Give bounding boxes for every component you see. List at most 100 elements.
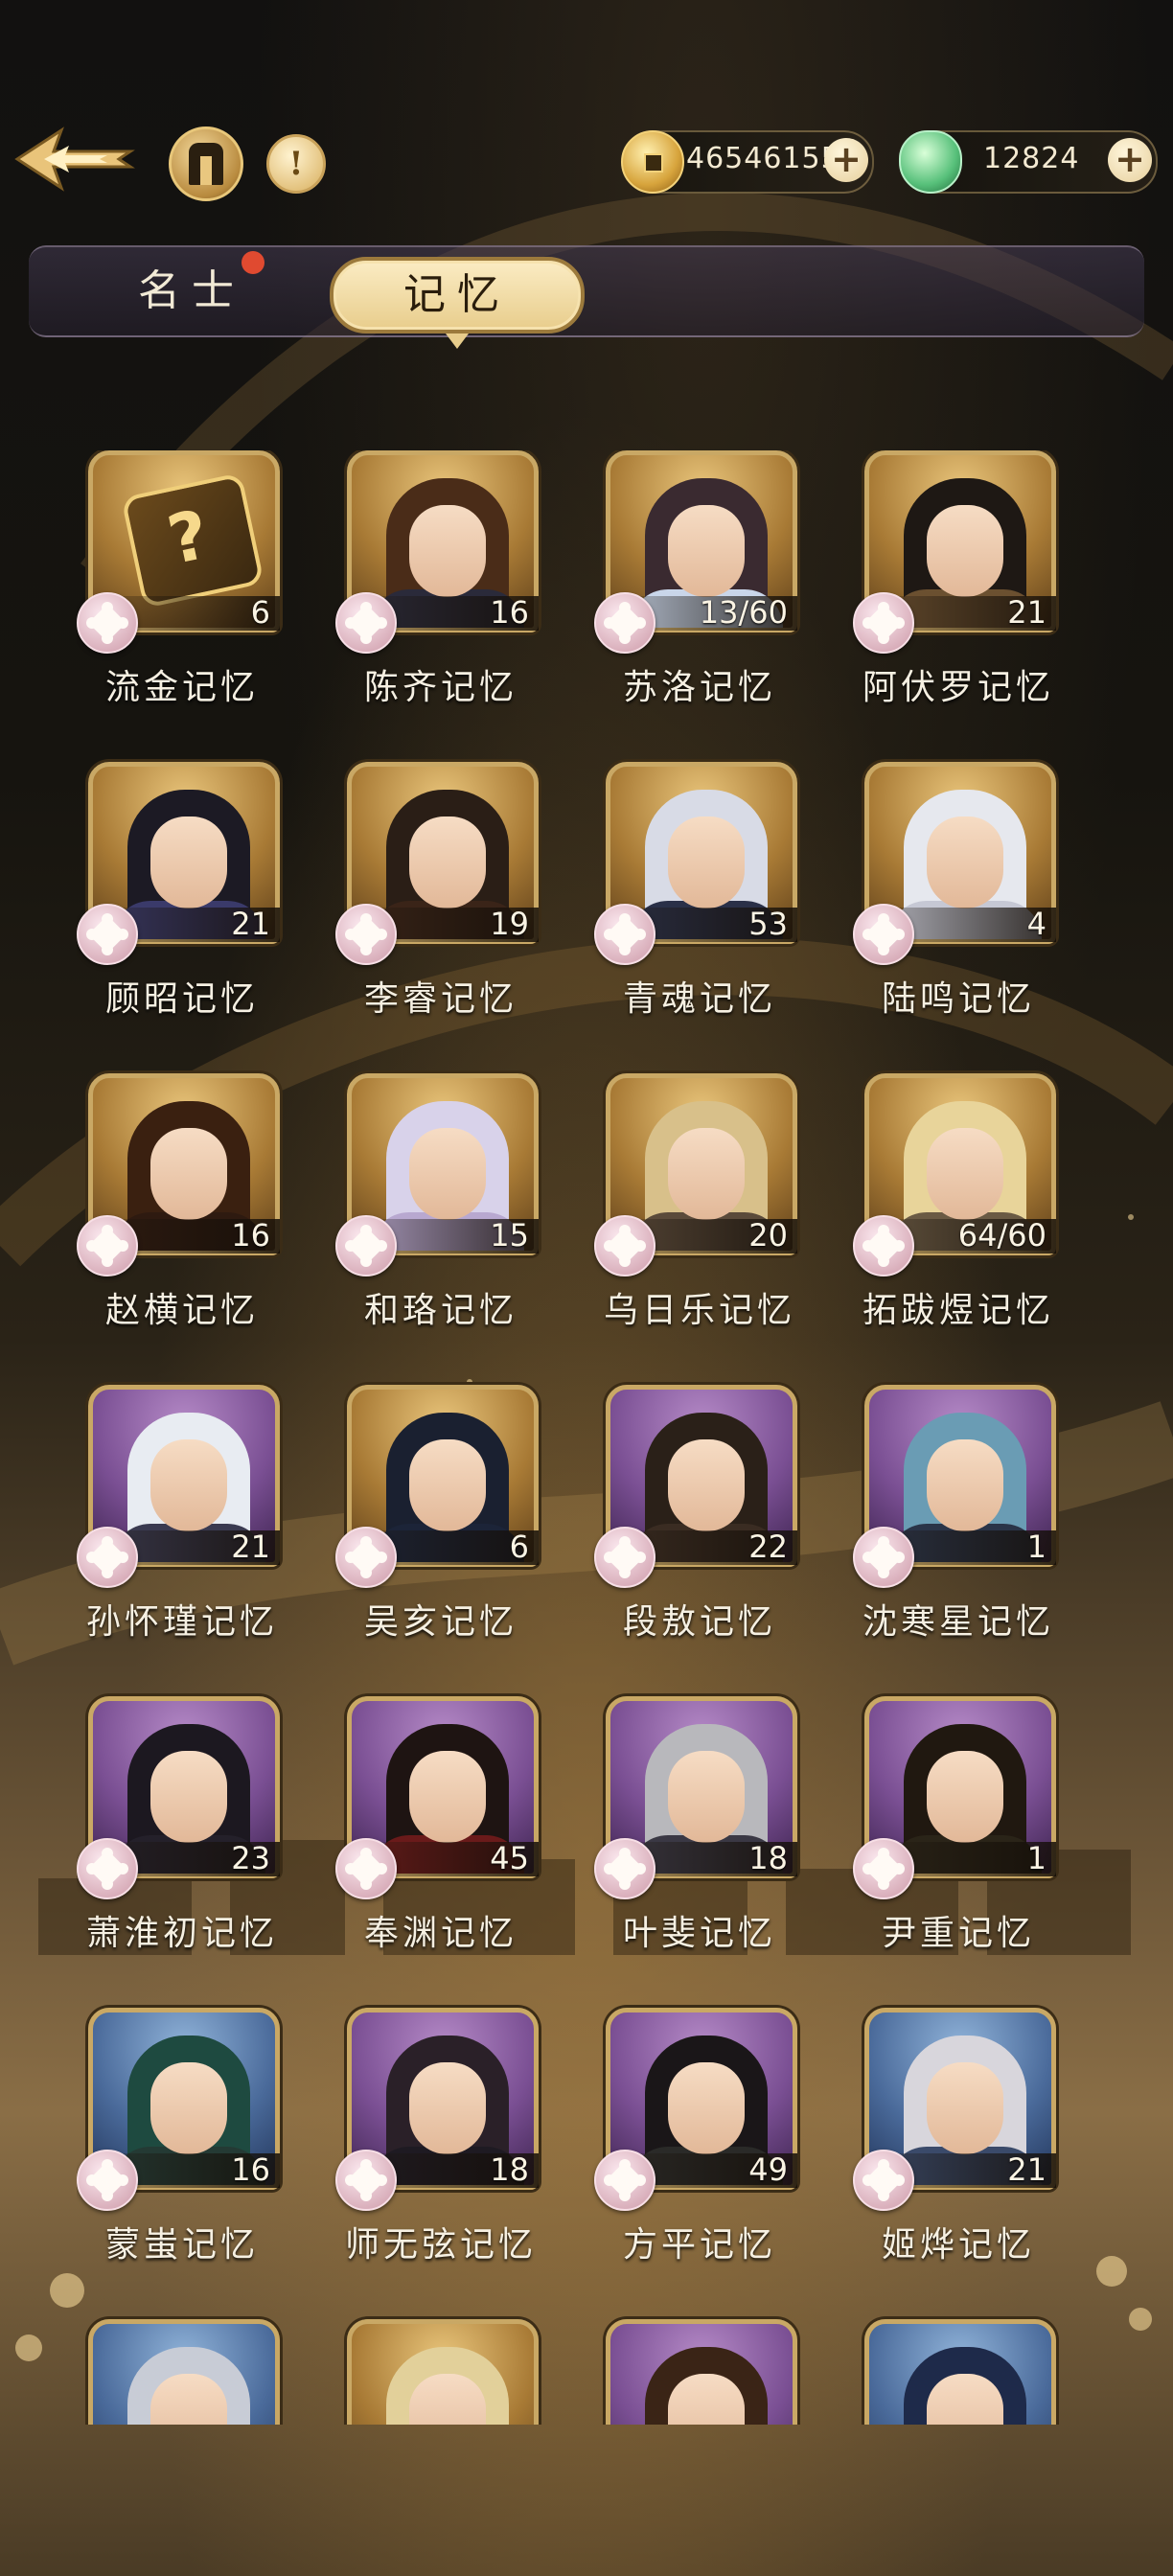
fragment-count: 22 <box>748 1529 788 1565</box>
memory-card[interactable] <box>335 2319 546 2425</box>
portrait-face <box>150 2062 227 2154</box>
gold-currency: 46546155 + <box>621 130 874 194</box>
puzzle-piece-icon <box>594 904 656 965</box>
puzzle-piece-icon <box>335 1215 397 1276</box>
portrait-face <box>409 816 486 908</box>
plus-icon: + <box>1115 138 1145 180</box>
puzzle-piece-icon <box>77 1838 138 1899</box>
memory-name: 李睿记忆 <box>363 979 518 1019</box>
jade-gem-icon <box>899 130 962 194</box>
memory-card[interactable]: 4 陆鸣记忆 <box>853 762 1064 1069</box>
memory-name: 流金记忆 <box>104 668 259 707</box>
portrait-face <box>927 505 1003 597</box>
fragment-count: 23 <box>231 1840 270 1876</box>
memory-card[interactable]: 16 蒙蚩记忆 <box>77 2008 288 2314</box>
memory-name: 孙怀瑾记忆 <box>85 1602 278 1642</box>
memory-card[interactable]: 18 叶斐记忆 <box>594 1696 805 2003</box>
info-button[interactable]: ! <box>266 134 326 194</box>
fragment-count: 64/60 <box>957 1217 1046 1254</box>
memory-card[interactable]: 13/60 苏洛记忆 <box>594 450 805 757</box>
character-portrait <box>88 2319 280 2425</box>
memory-card[interactable]: 1 尹重记忆 <box>853 1696 1064 2003</box>
portrait-face <box>927 1128 1003 1220</box>
portrait-face <box>927 1439 1003 1531</box>
memory-name: 师无弦记忆 <box>344 2225 537 2265</box>
memory-card[interactable]: 18 师无弦记忆 <box>335 2008 546 2314</box>
memory-card[interactable] <box>594 2319 805 2425</box>
memory-card[interactable] <box>853 2319 1064 2425</box>
fragment-count: 16 <box>490 594 529 631</box>
memory-name: 方平记忆 <box>622 2225 776 2265</box>
info-icon: ! <box>288 145 304 183</box>
memory-name: 乌日乐记忆 <box>603 1291 795 1330</box>
memory-card[interactable]: 53 青魂记忆 <box>594 762 805 1069</box>
fragment-count: 16 <box>231 2151 270 2188</box>
memory-name: 青魂记忆 <box>622 979 776 1019</box>
memory-name: 奉渊记忆 <box>363 1914 518 1953</box>
puzzle-piece-icon <box>594 1527 656 1588</box>
memory-name: 萧淮初记忆 <box>85 1914 278 1953</box>
memory-name: 阿伏罗记忆 <box>862 668 1054 707</box>
puzzle-piece-icon <box>853 1838 914 1899</box>
memory-name: 蒙蚩记忆 <box>104 2225 259 2265</box>
memory-card[interactable]: 64/60 拓跋煜记忆 <box>853 1073 1064 1380</box>
memory-card[interactable]: 21 姬烨记忆 <box>853 2008 1064 2314</box>
memory-card[interactable]: 6 流金记忆 <box>77 450 288 757</box>
puzzle-piece-icon <box>853 904 914 965</box>
memory-card[interactable]: 49 方平记忆 <box>594 2008 805 2314</box>
puzzle-piece-icon <box>853 1215 914 1276</box>
fragment-count: 6 <box>250 594 270 631</box>
portrait-face <box>150 1751 227 1843</box>
memory-card[interactable] <box>77 2319 288 2425</box>
memory-name: 陈齐记忆 <box>363 668 518 707</box>
tab-mingshi-label: 名士 <box>138 266 245 315</box>
memory-name: 赵横记忆 <box>104 1291 259 1330</box>
fragment-count: 13/60 <box>699 594 788 631</box>
codex-button[interactable] <box>169 126 243 201</box>
tab-mingshi[interactable]: 名士 <box>125 251 264 326</box>
memory-card[interactable]: 21 孙怀瑾记忆 <box>77 1385 288 1691</box>
tab-bar: 名士 记忆 <box>29 245 1144 349</box>
portrait-face <box>927 816 1003 908</box>
puzzle-piece-icon <box>594 2150 656 2211</box>
memory-card[interactable]: 20 乌日乐记忆 <box>594 1073 805 1380</box>
gold-coin-icon <box>621 130 684 194</box>
puzzle-piece-icon <box>335 904 397 965</box>
memory-name: 苏洛记忆 <box>622 668 776 707</box>
add-gold-button[interactable]: + <box>824 138 868 182</box>
puzzle-piece-icon <box>77 904 138 965</box>
portrait-face <box>927 1751 1003 1843</box>
memory-name: 段敖记忆 <box>622 1602 776 1642</box>
puzzle-piece-icon <box>853 592 914 654</box>
notification-dot <box>242 251 264 274</box>
portrait-face <box>409 1439 486 1531</box>
memory-card[interactable]: 21 顾昭记忆 <box>77 762 288 1069</box>
portrait-face <box>927 2062 1003 2154</box>
memory-name: 吴亥记忆 <box>363 1602 518 1642</box>
fragment-count: 53 <box>748 906 788 942</box>
portrait-face <box>150 1128 227 1220</box>
memory-card[interactable]: 15 和珞记忆 <box>335 1073 546 1380</box>
add-jade-button[interactable]: + <box>1108 138 1152 182</box>
back-button[interactable] <box>12 123 136 196</box>
memory-card[interactable]: 21 阿伏罗记忆 <box>853 450 1064 757</box>
memory-card[interactable]: 19 李睿记忆 <box>335 762 546 1069</box>
gold-amount: 46546155 <box>686 142 840 175</box>
character-portrait <box>864 2319 1056 2425</box>
memory-card[interactable]: 16 陈齐记忆 <box>335 450 546 757</box>
memory-card[interactable]: 16 赵横记忆 <box>77 1073 288 1380</box>
memory-name: 拓跋煜记忆 <box>862 1291 1054 1330</box>
memory-card[interactable]: 23 萧淮初记忆 <box>77 1696 288 2003</box>
mystery-puzzle-icon <box>121 472 264 610</box>
memory-card[interactable]: 6 吴亥记忆 <box>335 1385 546 1691</box>
puzzle-piece-icon <box>335 592 397 654</box>
character-portrait <box>347 2319 539 2425</box>
tab-jiyi[interactable]: 记忆 <box>330 257 585 349</box>
memory-card[interactable]: 45 奉渊记忆 <box>335 1696 546 2003</box>
memory-card[interactable]: 1 沈寒星记忆 <box>853 1385 1064 1691</box>
fragment-count: 21 <box>231 906 270 942</box>
memory-card[interactable]: 22 段敖记忆 <box>594 1385 805 1691</box>
portrait-face <box>409 1751 486 1843</box>
fragment-count: 6 <box>509 1529 529 1565</box>
tab-pointer <box>446 334 469 349</box>
